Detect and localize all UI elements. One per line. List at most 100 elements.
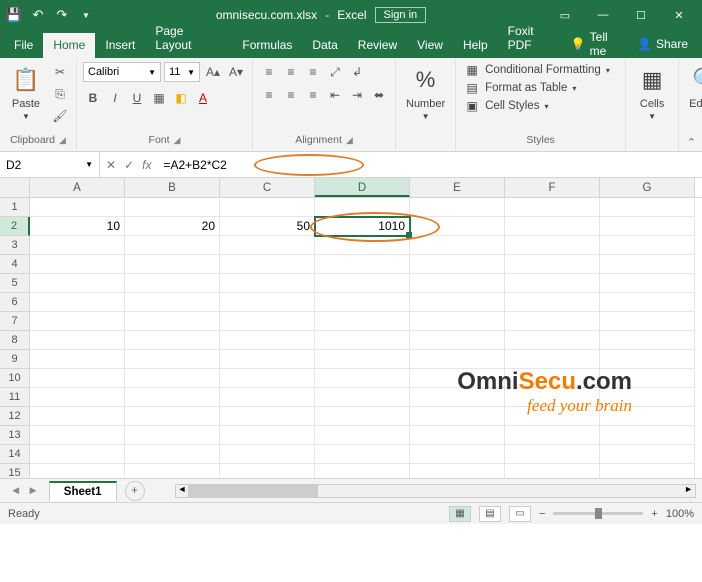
- fill-color-icon[interactable]: ◧: [171, 88, 191, 108]
- row-header-15[interactable]: 15: [0, 464, 30, 478]
- cell-E2[interactable]: [410, 217, 505, 236]
- align-middle-icon[interactable]: ≡: [281, 62, 301, 82]
- normal-view-icon[interactable]: ▦: [449, 506, 471, 522]
- cell-D1[interactable]: [315, 198, 410, 217]
- cell-C4[interactable]: [220, 255, 315, 274]
- insert-function-icon[interactable]: fx: [142, 158, 151, 172]
- align-right-icon[interactable]: ≡: [303, 85, 323, 105]
- add-sheet-button[interactable]: +: [125, 481, 145, 501]
- cell-E1[interactable]: [410, 198, 505, 217]
- scroll-left-icon[interactable]: ◄: [178, 484, 187, 494]
- cell-F3[interactable]: [505, 236, 600, 255]
- cell-G4[interactable]: [600, 255, 695, 274]
- tab-formulas[interactable]: Formulas: [232, 33, 302, 58]
- cell-G14[interactable]: [600, 445, 695, 464]
- row-header-9[interactable]: 9: [0, 350, 30, 369]
- cell-A3[interactable]: [30, 236, 125, 255]
- align-bottom-icon[interactable]: ≡: [303, 62, 323, 82]
- undo-icon[interactable]: ↶: [30, 7, 46, 23]
- cell-C2[interactable]: 50: [220, 217, 315, 236]
- cell-E4[interactable]: [410, 255, 505, 274]
- decrease-font-icon[interactable]: A▾: [226, 62, 246, 82]
- cell-B1[interactable]: [125, 198, 220, 217]
- tab-page-layout[interactable]: Page Layout: [145, 19, 232, 58]
- cell-C15[interactable]: [220, 464, 315, 478]
- cell-G5[interactable]: [600, 274, 695, 293]
- col-header-A[interactable]: A: [30, 178, 125, 197]
- row-header-13[interactable]: 13: [0, 426, 30, 445]
- row-header-7[interactable]: 7: [0, 312, 30, 331]
- save-icon[interactable]: 💾: [6, 7, 22, 23]
- cells-button[interactable]: ▦ Cells ▼: [632, 62, 672, 123]
- cell-D4[interactable]: [315, 255, 410, 274]
- cell-E5[interactable]: [410, 274, 505, 293]
- col-header-F[interactable]: F: [505, 178, 600, 197]
- row-header-12[interactable]: 12: [0, 407, 30, 426]
- cell-B2[interactable]: 20: [125, 217, 220, 236]
- tab-review[interactable]: Review: [348, 33, 407, 58]
- cell-F7[interactable]: [505, 312, 600, 331]
- sign-in-button[interactable]: Sign in: [375, 7, 427, 23]
- col-header-D[interactable]: D: [315, 178, 410, 197]
- cell-C11[interactable]: [220, 388, 315, 407]
- font-name-select[interactable]: Calibri▼: [83, 62, 161, 82]
- cell-E15[interactable]: [410, 464, 505, 478]
- cell-B7[interactable]: [125, 312, 220, 331]
- cell-D12[interactable]: [315, 407, 410, 426]
- cell-D7[interactable]: [315, 312, 410, 331]
- cell-G6[interactable]: [600, 293, 695, 312]
- cell-C13[interactable]: [220, 426, 315, 445]
- maximize-icon[interactable]: ☐: [624, 5, 658, 25]
- cell-F12[interactable]: [505, 407, 600, 426]
- cell-F6[interactable]: [505, 293, 600, 312]
- cell-G1[interactable]: [600, 198, 695, 217]
- cell-B8[interactable]: [125, 331, 220, 350]
- cell-F11[interactable]: [505, 388, 600, 407]
- cell-E9[interactable]: [410, 350, 505, 369]
- cell-D15[interactable]: [315, 464, 410, 478]
- cell-C10[interactable]: [220, 369, 315, 388]
- cell-A5[interactable]: [30, 274, 125, 293]
- page-layout-view-icon[interactable]: ▤: [479, 506, 501, 522]
- tab-insert[interactable]: Insert: [95, 33, 145, 58]
- cell-E12[interactable]: [410, 407, 505, 426]
- indent-right-icon[interactable]: ⇥: [347, 85, 367, 105]
- cell-A13[interactable]: [30, 426, 125, 445]
- cell-B9[interactable]: [125, 350, 220, 369]
- row-header-6[interactable]: 6: [0, 293, 30, 312]
- cell-F8[interactable]: [505, 331, 600, 350]
- cell-E7[interactable]: [410, 312, 505, 331]
- cell-D14[interactable]: [315, 445, 410, 464]
- cell-G9[interactable]: [600, 350, 695, 369]
- cell-styles-button[interactable]: ▣Cell Styles▾: [462, 98, 612, 114]
- redo-icon[interactable]: ↷: [54, 7, 70, 23]
- cell-D2[interactable]: 1010: [315, 217, 410, 236]
- cell-C3[interactable]: [220, 236, 315, 255]
- cell-A9[interactable]: [30, 350, 125, 369]
- italic-icon[interactable]: I: [105, 88, 125, 108]
- cell-E11[interactable]: [410, 388, 505, 407]
- cell-C9[interactable]: [220, 350, 315, 369]
- row-header-3[interactable]: 3: [0, 236, 30, 255]
- cell-A2[interactable]: 10: [30, 217, 125, 236]
- tab-home[interactable]: Home: [43, 33, 95, 58]
- share-button[interactable]: 👤 Share: [637, 37, 688, 51]
- align-center-icon[interactable]: ≡: [281, 85, 301, 105]
- cell-E6[interactable]: [410, 293, 505, 312]
- cell-B13[interactable]: [125, 426, 220, 445]
- formula-input[interactable]: [157, 158, 702, 172]
- row-header-5[interactable]: 5: [0, 274, 30, 293]
- cell-A8[interactable]: [30, 331, 125, 350]
- name-box[interactable]: ▼: [0, 152, 100, 177]
- cell-G8[interactable]: [600, 331, 695, 350]
- cell-B15[interactable]: [125, 464, 220, 478]
- cell-B3[interactable]: [125, 236, 220, 255]
- qat-dropdown-icon[interactable]: ▼: [78, 7, 94, 23]
- cell-D3[interactable]: [315, 236, 410, 255]
- cell-G2[interactable]: [600, 217, 695, 236]
- page-break-view-icon[interactable]: ▭: [509, 506, 531, 522]
- cell-G11[interactable]: [600, 388, 695, 407]
- col-header-B[interactable]: B: [125, 178, 220, 197]
- cell-A12[interactable]: [30, 407, 125, 426]
- chevron-down-icon[interactable]: ▼: [85, 160, 93, 169]
